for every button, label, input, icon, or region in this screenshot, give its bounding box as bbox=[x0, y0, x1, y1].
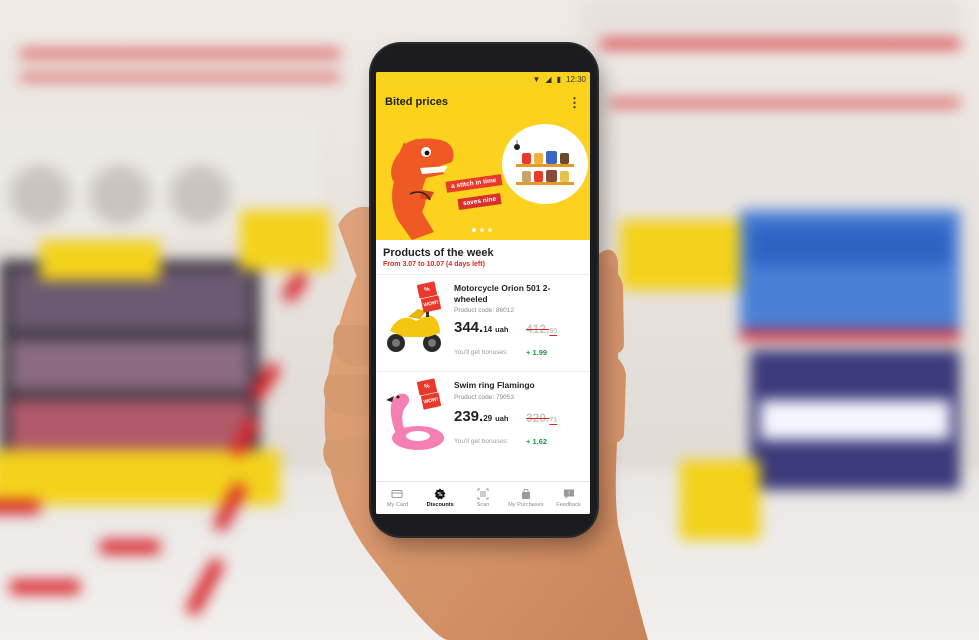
spider-icon bbox=[514, 140, 520, 150]
bonus-label: You'll get bonuses: bbox=[454, 349, 509, 356]
product-name[interactable]: Motorcycle Orion 501 2-wheeled bbox=[454, 283, 582, 305]
signal-icon: ◢ bbox=[545, 74, 552, 84]
bonus-label: You'll get bonuses: bbox=[454, 438, 509, 445]
battery-icon: ▮ bbox=[556, 74, 561, 84]
tab-scan[interactable]: Scan bbox=[462, 482, 505, 514]
tab-label: My Purchases bbox=[508, 502, 544, 508]
tab-feedback[interactable]: ! Feedback bbox=[547, 482, 590, 514]
svg-text:%: % bbox=[438, 492, 443, 498]
shelf-bubble bbox=[502, 124, 588, 204]
tab-label: My Card bbox=[386, 502, 408, 508]
old-price: 320.71 bbox=[526, 411, 558, 425]
carousel-dot[interactable] bbox=[472, 228, 476, 232]
tab-label: Discounts bbox=[426, 502, 454, 508]
product-code: Product code: 86012 bbox=[454, 307, 514, 314]
tab-my-purchases[interactable]: My Purchases bbox=[504, 482, 547, 514]
old-price: 412.80 bbox=[526, 322, 558, 336]
product-code: Product code: 79053 bbox=[454, 394, 514, 401]
section-title: Products of the week bbox=[383, 247, 494, 259]
product-name[interactable]: Swim ring Flamingo bbox=[454, 380, 582, 391]
carousel-dot[interactable] bbox=[488, 228, 492, 232]
discount-badge-icon: % bbox=[434, 488, 446, 500]
product-card[interactable]: % WOW! Swim ring Flamingo Product code: … bbox=[376, 371, 590, 468]
carousel-dot[interactable] bbox=[480, 228, 484, 232]
bonus-value: + 1.62 bbox=[526, 437, 548, 446]
product-card[interactable]: % WOW! Motorcycle Orion 501 2-wheeled Pr… bbox=[376, 274, 590, 371]
status-time: 12:30 bbox=[565, 74, 586, 84]
svg-text:!: ! bbox=[568, 491, 570, 497]
shopping-bag-icon bbox=[521, 488, 530, 499]
chat-bubble-icon: ! bbox=[563, 489, 574, 499]
status-bar: ▼ ◢ ▮ 12:30 bbox=[376, 72, 590, 86]
section-subtitle: From 3.07 to 10.07 (4 days left) bbox=[383, 261, 485, 268]
card-icon bbox=[391, 490, 403, 498]
wifi-icon: ▼ bbox=[532, 74, 541, 84]
more-vertical-icon[interactable]: ⋮ bbox=[568, 96, 581, 109]
tab-label: Scan bbox=[476, 502, 490, 508]
tab-label: Feedback bbox=[556, 502, 581, 508]
carousel-dots[interactable] bbox=[472, 228, 492, 232]
tab-discounts[interactable]: % Discounts bbox=[419, 482, 462, 514]
tab-my-card[interactable]: My Card bbox=[376, 482, 419, 514]
page-title: Bited prices bbox=[385, 96, 448, 108]
app-bar: Bited prices ⋮ bbox=[376, 86, 590, 118]
bottom-tab-bar: My Card % Discounts Scan My Purchases ! … bbox=[376, 481, 590, 514]
product-price: 239.29 uah bbox=[454, 408, 509, 425]
promo-banner[interactable]: a stitch in time saves nine bbox=[376, 118, 590, 240]
barcode-scan-icon bbox=[477, 488, 489, 500]
app-screen: ▼ ◢ ▮ 12:30 Bited prices ⋮ a stitch in t… bbox=[376, 72, 590, 514]
product-price: 344.14 uah bbox=[454, 319, 509, 336]
bonus-value: + 1.99 bbox=[526, 348, 548, 357]
